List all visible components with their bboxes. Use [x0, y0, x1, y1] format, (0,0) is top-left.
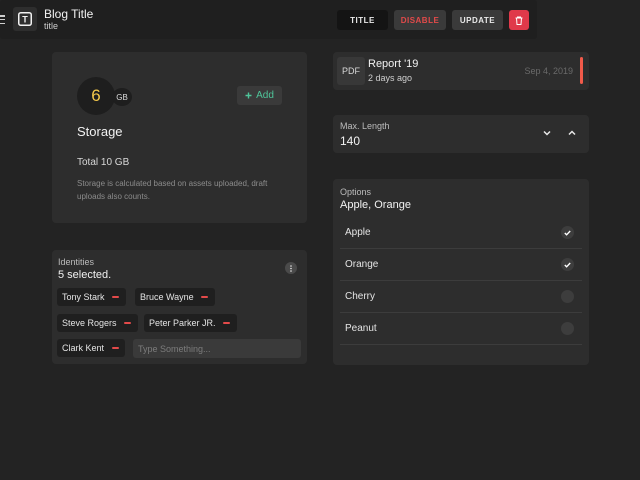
storage-size-unit: GB	[112, 88, 132, 106]
drag-handle-icon[interactable]	[0, 15, 5, 24]
report-status-indicator	[580, 57, 583, 84]
storage-title: Storage	[77, 124, 123, 139]
remove-icon[interactable]	[200, 292, 210, 302]
chip-label: Steve Rogers	[62, 318, 117, 328]
title-button[interactable]: TITLE	[337, 10, 388, 30]
option-item-orange[interactable]: Orange	[340, 249, 582, 281]
trash-icon	[515, 16, 523, 25]
identity-chip: Bruce Wayne	[135, 288, 215, 306]
chip-label: Tony Stark	[62, 292, 105, 302]
option-label: Orange	[345, 259, 379, 270]
identities-count: 5 selected.	[58, 269, 112, 281]
blog-title-bar: T Blog Title title TITLE DISABLE UPDATE	[0, 0, 537, 39]
report-title: Report '19	[368, 58, 419, 70]
chip-label: Clark Kent	[62, 343, 105, 353]
identity-chip: Tony Stark	[57, 288, 126, 306]
option-item-apple[interactable]: Apple	[340, 217, 582, 249]
storage-total: Total 10 GB	[77, 157, 130, 168]
more-options-icon[interactable]	[285, 262, 297, 274]
options-list: Apple Orange Cherry Peanut	[340, 217, 582, 345]
delete-button[interactable]	[509, 10, 529, 30]
check-icon[interactable]	[561, 226, 574, 239]
identity-chip: Clark Kent	[57, 339, 126, 357]
blog-subtitle: title	[44, 21, 59, 31]
storage-size-badge: 6	[77, 77, 115, 115]
identity-chip: Steve Rogers	[57, 314, 138, 332]
option-item-peanut[interactable]: Peanut	[340, 313, 582, 345]
options-value: Apple, Orange	[340, 199, 411, 211]
remove-icon[interactable]	[123, 318, 133, 328]
options-label: Options	[340, 187, 372, 197]
identities-field: Identities 5 selected. Tony Stark Bruce …	[52, 250, 307, 364]
chip-label: Bruce Wayne	[140, 292, 194, 302]
blog-title: Blog Title	[44, 7, 94, 21]
add-button-label: Add	[256, 90, 274, 101]
option-label: Peanut	[345, 323, 377, 334]
remove-icon[interactable]	[110, 343, 120, 353]
check-icon[interactable]	[561, 258, 574, 271]
remove-icon[interactable]	[222, 318, 232, 328]
option-label: Cherry	[345, 291, 376, 302]
decrement-button[interactable]	[540, 126, 554, 140]
option-item-cherry[interactable]: Cherry	[340, 281, 582, 313]
text-icon: T	[13, 7, 37, 31]
max-length-field[interactable]: Max. Length 140	[333, 115, 589, 153]
report-date: Sep 4, 2019	[524, 66, 573, 76]
update-button[interactable]: UPDATE	[452, 10, 503, 30]
identity-search-input[interactable]	[133, 339, 301, 358]
report-subtitle: 2 days ago	[368, 73, 413, 83]
unchecked-circle-icon[interactable]	[561, 290, 574, 303]
max-length-value[interactable]: 140	[340, 134, 360, 148]
add-button[interactable]: Add	[237, 86, 282, 105]
disable-button[interactable]: DISABLE	[394, 10, 446, 30]
increment-button[interactable]	[565, 126, 579, 140]
max-length-label: Max. Length	[340, 121, 390, 131]
unchecked-circle-icon[interactable]	[561, 322, 574, 335]
remove-icon[interactable]	[111, 292, 121, 302]
option-label: Apple	[345, 227, 371, 238]
svg-text:T: T	[22, 15, 28, 25]
chevron-up-icon	[568, 130, 576, 136]
storage-description: Storage is calculated based on assets up…	[77, 179, 268, 201]
storage-card: 6 GB Add Storage Total 10 GB Storage is …	[52, 52, 307, 223]
report-card[interactable]: PDF Report '19 2 days ago Sep 4, 2019	[333, 52, 589, 90]
chevron-down-icon	[543, 130, 551, 136]
identities-label: Identities	[58, 257, 95, 267]
pdf-file-icon: PDF	[337, 57, 365, 85]
identity-chip: Peter Parker JR.	[144, 314, 237, 332]
options-select: Options Apple, Orange Apple Orange Cherr…	[333, 179, 589, 365]
plus-icon	[245, 92, 252, 99]
chip-label: Peter Parker JR.	[149, 318, 216, 328]
